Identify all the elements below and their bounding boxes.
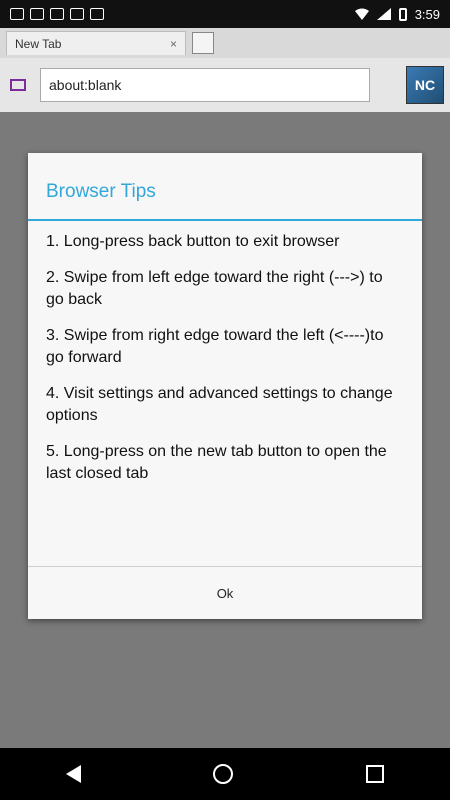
ok-button[interactable]: Ok [207, 582, 244, 605]
notification-icon [50, 8, 64, 20]
tip-item: 2. Swipe from left edge toward the right… [46, 269, 383, 308]
tips-list: 1. Long-press back button to exit browse… [28, 221, 422, 485]
notification-icons [10, 8, 104, 20]
status-bar: 3:59 [0, 0, 450, 28]
tab-new-tab[interactable]: New Tab × [6, 31, 186, 55]
navigation-bar [0, 748, 450, 800]
tab-strip: New Tab × [0, 28, 450, 58]
tip-item: 1. Long-press back button to exit browse… [46, 233, 340, 250]
browser-tips-dialog: Browser Tips 1. Long-press back button t… [28, 153, 422, 619]
tab-title: New Tab [15, 36, 62, 51]
notification-icon [70, 8, 84, 20]
recent-apps-icon[interactable] [365, 765, 384, 783]
wifi-icon [354, 8, 369, 20]
battery-icon [398, 7, 407, 21]
new-tab-button[interactable] [192, 32, 214, 54]
home-icon[interactable] [213, 764, 234, 784]
notification-icon [10, 8, 24, 20]
notification-icon [90, 8, 104, 20]
close-tab-icon[interactable]: × [170, 37, 177, 51]
avatar[interactable]: NC [406, 66, 444, 104]
tip-item: 5. Long-press on the new tab button to o… [46, 443, 387, 482]
notification-icon [30, 8, 44, 20]
status-time: 3:59 [414, 6, 440, 22]
back-icon[interactable] [66, 765, 82, 783]
dialog-title: Browser Tips [28, 153, 422, 221]
page-info-icon[interactable] [6, 73, 30, 97]
address-input[interactable]: about:blank [40, 68, 370, 102]
signal-icon [376, 8, 391, 20]
tip-item: 4. Visit settings and advanced settings … [46, 385, 393, 424]
tip-item: 3. Swipe from right edge toward the left… [46, 327, 384, 366]
dialog-footer: Ok [28, 566, 422, 619]
url-toolbar: about:blank NC [0, 58, 450, 112]
